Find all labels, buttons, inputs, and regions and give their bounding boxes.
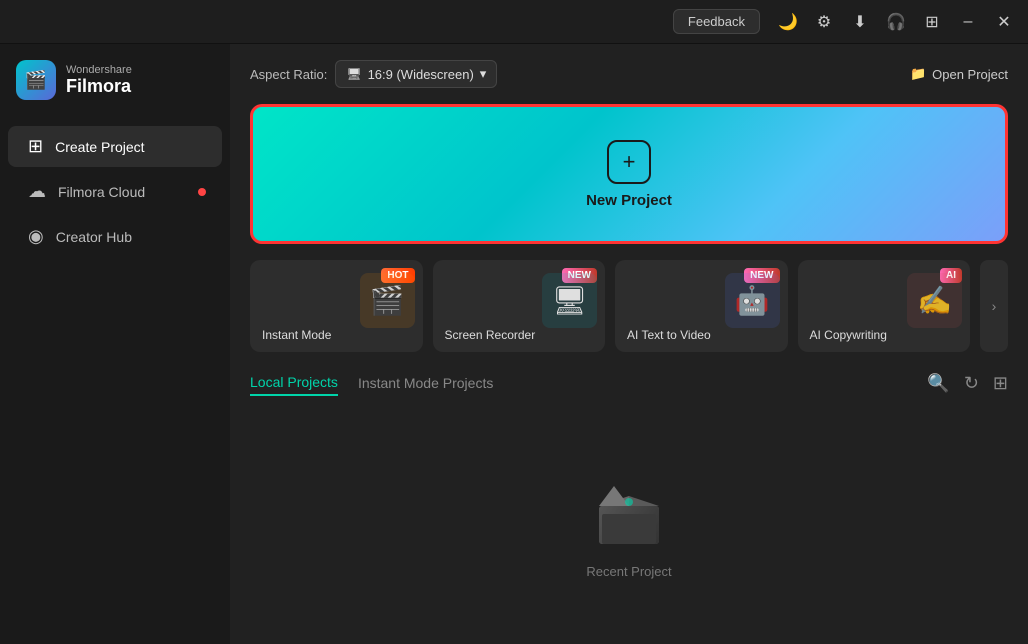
feature-card-ai-text-to-video[interactable]: NEW 🤖 AI Text to Video bbox=[615, 260, 788, 352]
instant-mode-icon: 🎬 bbox=[360, 273, 415, 328]
content-area: Aspect Ratio: 🖥 16:9 (Widescreen) ▾ 📁 Op… bbox=[230, 44, 1028, 644]
ai-text-video-icon: 🤖 bbox=[725, 273, 780, 328]
monitor-icon: 🖥 bbox=[346, 67, 361, 81]
folder-icon: 📁 bbox=[910, 66, 926, 82]
download-button[interactable]: ⬇ bbox=[844, 6, 876, 38]
search-button[interactable]: 🔍 bbox=[927, 373, 949, 394]
titlebar: Feedback 🌙 ⚙ ⬇ 🎧 ⊞ – ✕ bbox=[0, 0, 1028, 44]
apps-button[interactable]: ⊞ bbox=[916, 6, 948, 38]
sidebar-item-filmora-cloud[interactable]: ☁ Filmora Cloud bbox=[8, 171, 222, 212]
empty-box-icon bbox=[579, 462, 679, 552]
aspect-ratio-selector: Aspect Ratio: 🖥 16:9 (Widescreen) ▾ bbox=[250, 60, 497, 88]
projects-empty-state: Recent Project bbox=[250, 412, 1008, 628]
settings-button[interactable]: ⚙ bbox=[808, 6, 840, 38]
grid-view-button[interactable]: ⊞ bbox=[993, 373, 1008, 394]
aspect-ratio-value: 16:9 (Widescreen) bbox=[368, 67, 474, 82]
project-tabs: Local Projects Instant Mode Projects 🔍 ↻… bbox=[250, 370, 1008, 396]
refresh-button[interactable]: ↻ bbox=[964, 373, 979, 394]
topbar: Aspect Ratio: 🖥 16:9 (Widescreen) ▾ 📁 Op… bbox=[250, 60, 1008, 88]
logo-area: 🎬 Wondershare Filmora bbox=[0, 60, 230, 124]
sidebar: 🎬 Wondershare Filmora ⊞ Create Project ☁… bbox=[0, 44, 230, 644]
close-button[interactable]: ✕ bbox=[988, 6, 1020, 38]
screen-recorder-label: Screen Recorder bbox=[445, 328, 536, 342]
feature-cards-row: HOT 🎬 Instant Mode NEW 🖥 Screen Recorder… bbox=[250, 260, 1008, 352]
main-layout: 🎬 Wondershare Filmora ⊞ Create Project ☁… bbox=[0, 44, 1028, 644]
logo-bottom: Filmora bbox=[66, 76, 132, 97]
feedback-button[interactable]: Feedback bbox=[673, 9, 760, 34]
creator-hub-icon: ◉ bbox=[28, 226, 44, 247]
scroll-right-button[interactable]: › bbox=[980, 260, 1008, 352]
logo-icon: 🎬 bbox=[16, 60, 56, 100]
support-button[interactable]: 🎧 bbox=[880, 6, 912, 38]
sidebar-item-create-project[interactable]: ⊞ Create Project bbox=[8, 126, 222, 167]
new-project-label: New Project bbox=[586, 192, 672, 209]
ai-copywriting-icon: ✍ bbox=[907, 273, 962, 328]
feature-card-ai-copywriting[interactable]: AI ✍ AI Copywriting bbox=[798, 260, 971, 352]
new-project-icon: + bbox=[607, 140, 651, 184]
feature-card-screen-recorder[interactable]: NEW 🖥 Screen Recorder bbox=[433, 260, 606, 352]
open-project-button[interactable]: 📁 Open Project bbox=[910, 66, 1008, 82]
minimize-button[interactable]: – bbox=[952, 6, 984, 38]
tab-actions: 🔍 ↻ ⊞ bbox=[927, 373, 1008, 394]
tab-instant-mode-projects[interactable]: Instant Mode Projects bbox=[358, 371, 493, 395]
filmora-cloud-icon: ☁ bbox=[28, 181, 46, 202]
aspect-ratio-label: Aspect Ratio: bbox=[250, 67, 327, 82]
empty-state-label: Recent Project bbox=[586, 564, 671, 579]
new-project-banner[interactable]: + New Project bbox=[250, 104, 1008, 244]
aspect-ratio-dropdown[interactable]: 🖥 16:9 (Widescreen) ▾ bbox=[335, 60, 497, 88]
theme-toggle-button[interactable]: 🌙 bbox=[772, 6, 804, 38]
sidebar-item-label: Filmora Cloud bbox=[58, 184, 145, 200]
instant-mode-label: Instant Mode bbox=[262, 328, 331, 342]
ai-text-to-video-label: AI Text to Video bbox=[627, 328, 711, 342]
screen-recorder-icon: 🖥 bbox=[542, 273, 597, 328]
chevron-down-icon: ▾ bbox=[480, 66, 487, 82]
tab-local-projects[interactable]: Local Projects bbox=[250, 370, 338, 396]
sidebar-item-label: Create Project bbox=[55, 139, 144, 155]
open-project-label: Open Project bbox=[932, 67, 1008, 82]
logo-top: Wondershare bbox=[66, 64, 132, 76]
ai-copywriting-label: AI Copywriting bbox=[810, 328, 887, 342]
create-project-icon: ⊞ bbox=[28, 136, 43, 157]
logo-text: Wondershare Filmora bbox=[66, 64, 132, 97]
sidebar-item-label: Creator Hub bbox=[56, 229, 132, 245]
feature-card-instant-mode[interactable]: HOT 🎬 Instant Mode bbox=[250, 260, 423, 352]
notification-dot bbox=[198, 188, 206, 196]
sidebar-item-creator-hub[interactable]: ◉ Creator Hub bbox=[8, 216, 222, 257]
